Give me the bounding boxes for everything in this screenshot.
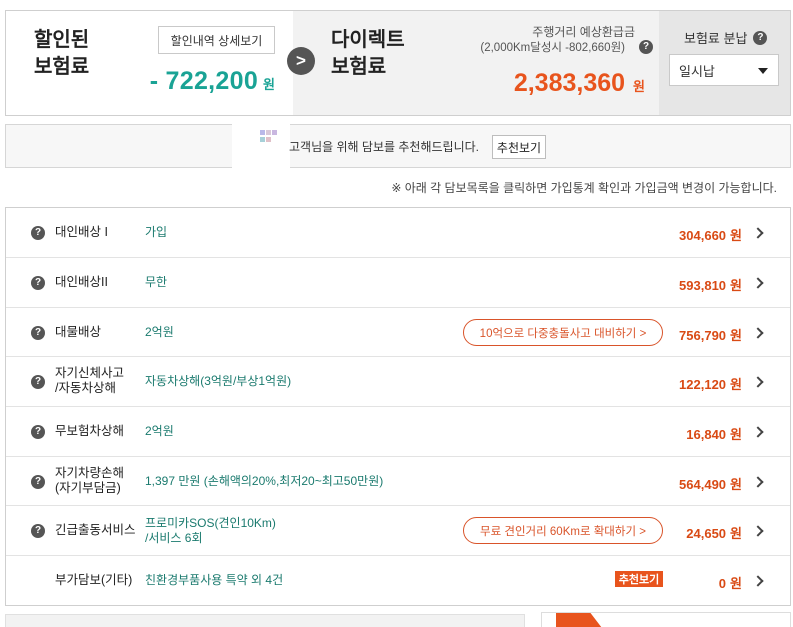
bottom-panel [5,614,525,627]
orange-tab-shape [556,613,602,627]
coverage-price: 593,810 원 [679,278,742,293]
coverage-price: 122,120 원 [679,377,742,392]
discount-amount: - 722,200 원 [149,67,275,95]
recommendation-text: 고객님을 위해 담보를 추천해드립니다. [289,140,479,154]
arrow-right-icon: > [287,47,315,75]
chevron-right-icon[interactable] [752,426,764,438]
coverage-notice: ※ 아래 각 담보목록을 클릭하면 가입통계 확인과 가입금액 변경이 가능합니… [391,181,777,195]
payment-panel: 보험료 분납 ? 일시납 [659,11,790,115]
masked-customer-name [232,124,290,170]
help-icon[interactable]: ? [31,375,45,389]
coverage-price: 0원 [718,576,742,591]
coverage-price: 24,650 원 [686,526,742,541]
discounted-premium-panel: 할인된 보험료 할인내역 상세보기 - 722,200 원 [6,11,293,115]
coverage-row-property-damage[interactable]: ? 대물배상 2억원 10억으로 다중충돌사고 대비하기 > 756,790 원 [6,308,790,357]
recommendation-bar: 고객님을 위해 담보를 추천해드립니다. 추천보기 [5,124,791,170]
payment-select[interactable]: 일시납 [669,54,779,86]
coverage-row-own-vehicle-damage[interactable]: ? 자기차량손해 (자기부담금) 1,397 만원 (손해액의20%,최저20~… [6,457,790,506]
help-icon[interactable]: ? [31,326,45,340]
direct-premium-title: 다이렉트 보험료 [331,29,405,78]
chevron-right-icon[interactable] [752,227,764,239]
mileage-refund-label: 주행거리 예상환급금 (2,000Km달성시 -802,660원) ? [480,24,653,56]
help-icon[interactable]: ? [31,524,45,538]
chevron-right-icon[interactable] [752,525,764,537]
payment-label: 보험료 분납 ? [684,28,768,47]
coverage-table: ? 대인배상 I 가입 304,660 원 ? 대인배상II 무한 593,810… [5,207,791,606]
coverage-row-additional[interactable]: 부가담보(기타) 친환경부품사용 특약 외 4건 추천보기 0원 [6,556,790,605]
chevron-right-icon[interactable] [752,575,764,587]
coverage-price: 304,660 원 [679,228,742,243]
help-icon[interactable]: ? [639,40,653,54]
coverage-row-self-injury[interactable]: ? 자기신체사고 /자동차상해 자동차상해(3억원/부상1억원) 122,120… [6,357,790,407]
pixel [260,137,265,142]
bottom-side-panel [541,612,791,627]
chevron-right-icon[interactable] [752,476,764,488]
coverage-row-bodily-injury-2[interactable]: ? 대인배상II 무한 593,810 원 [6,258,790,308]
help-icon[interactable]: ? [31,226,45,240]
coverage-row-emergency-service[interactable]: ? 긴급출동서비스 프로미카SOS(견인10Km) /서비스 6회 무료 견인거… [6,506,790,556]
towing-promo-button[interactable]: 무료 견인거리 60Km로 확대하기 > [463,517,663,544]
coverage-price: 564,490 원 [679,477,742,492]
discount-detail-button[interactable]: 할인내역 상세보기 [158,26,275,54]
help-icon[interactable]: ? [31,475,45,489]
pixel [266,137,271,142]
chevron-right-icon[interactable] [752,277,764,289]
help-icon[interactable]: ? [31,425,45,439]
direct-amount: 2,383,360 원 [513,69,645,97]
coverage-price: 16,840 원 [686,427,742,442]
recommend-badge[interactable]: 추천보기 [615,571,663,587]
discounted-premium-title: 할인된 보험료 [34,29,90,78]
chevron-right-icon[interactable] [752,327,764,339]
recommend-view-button[interactable]: 추천보기 [492,135,546,159]
help-icon[interactable]: ? [31,276,45,290]
pixel [266,130,271,135]
coverage-price: 756,790 원 [679,328,742,343]
pixel [260,130,265,135]
caret-down-icon [758,68,768,74]
coverage-row-bodily-injury-1[interactable]: ? 대인배상 I 가입 304,660 원 [6,208,790,258]
pixel [272,130,277,135]
premium-summary: 할인된 보험료 할인내역 상세보기 - 722,200 원 > 다이렉트 보험료… [5,10,791,116]
chevron-right-icon[interactable] [752,376,764,388]
coverage-row-uninsured-motorist[interactable]: ? 무보험차상해 2억원 16,840 원 [6,407,790,457]
property-damage-promo-button[interactable]: 10억으로 다중충돌사고 대비하기 > [463,319,663,346]
help-icon[interactable]: ? [753,30,768,45]
direct-premium-panel: 다이렉트 보험료 주행거리 예상환급금 (2,000Km달성시 -802,660… [293,11,659,115]
